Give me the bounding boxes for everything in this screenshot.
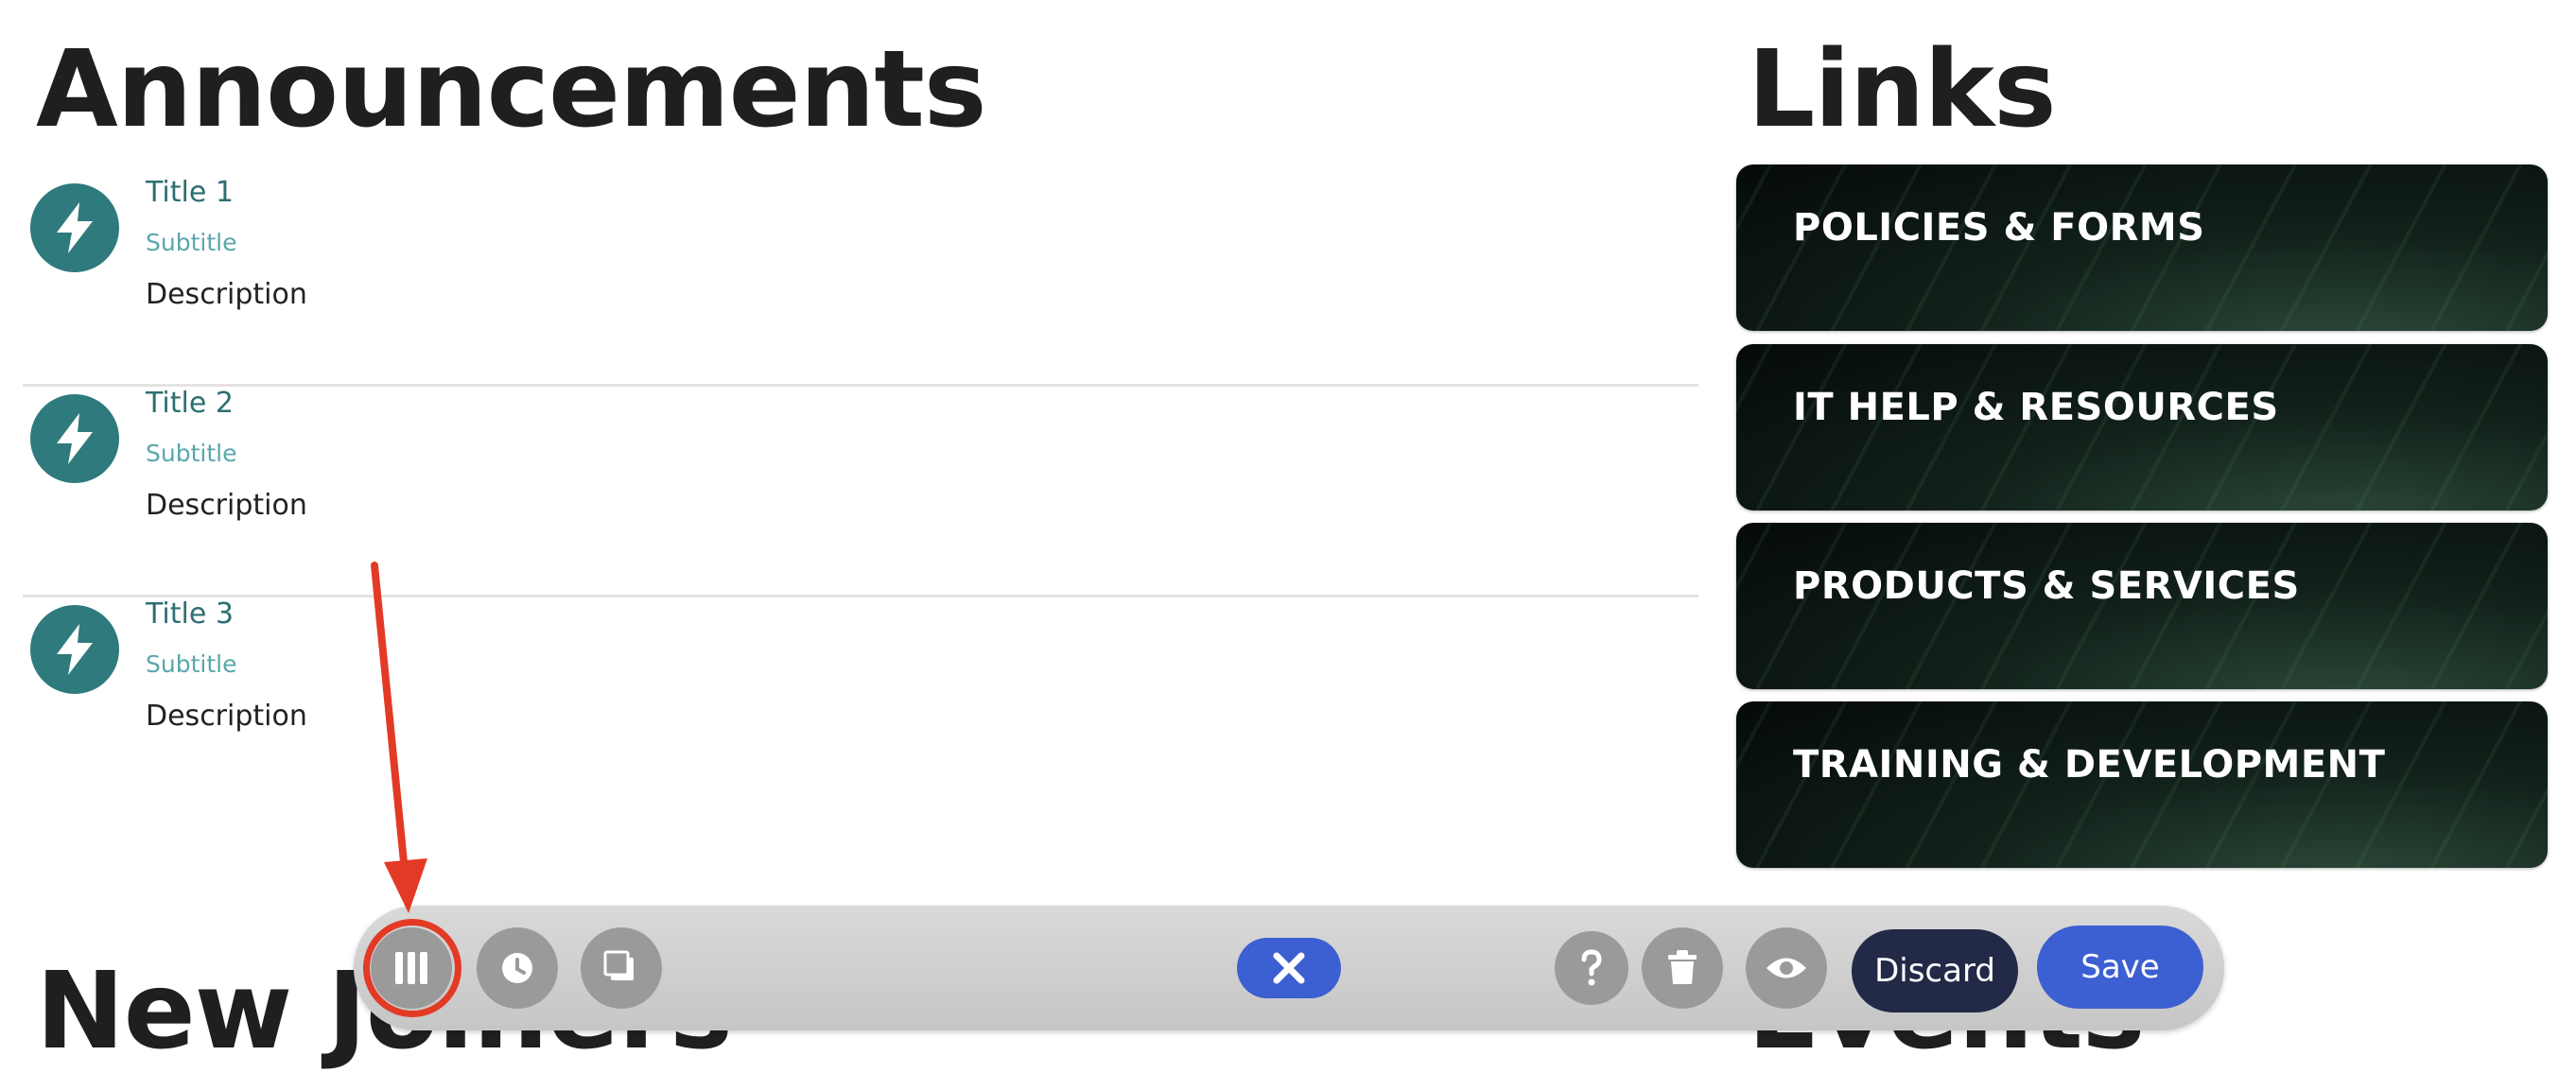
help-button[interactable] [1555, 931, 1628, 1005]
link-label: POLICIES & FORMS [1793, 206, 2205, 250]
announcement-item[interactable]: Title 3 Subtitle Description [23, 596, 1698, 805]
link-label: PRODUCTS & SERVICES [1793, 564, 2300, 608]
announcement-subtitle: Subtitle [146, 229, 237, 256]
trash-icon [1668, 950, 1697, 984]
layers-button[interactable] [581, 927, 662, 1009]
lightning-icon [30, 183, 119, 272]
links-heading: Links [1748, 28, 2057, 151]
delete-button[interactable] [1642, 927, 1723, 1009]
close-button[interactable] [1237, 938, 1341, 998]
announcement-description: Description [146, 700, 307, 733]
schedule-button[interactable] [477, 927, 558, 1009]
lightning-icon [30, 394, 119, 483]
link-label: IT HELP & RESOURCES [1793, 386, 2279, 429]
announcement-description: Description [146, 278, 307, 311]
link-label: TRAINING & DEVELOPMENT [1793, 743, 2386, 787]
link-card-it-help-resources[interactable]: IT HELP & RESOURCES [1736, 344, 2548, 511]
announcement-item[interactable]: Title 1 Subtitle Description [23, 174, 1698, 387]
preview-button[interactable] [1746, 927, 1827, 1009]
edit-toolbar: Discard Save [354, 906, 2224, 1030]
discard-button[interactable]: Discard [1852, 929, 2018, 1012]
layers-icon [603, 950, 634, 980]
announcement-item[interactable]: Title 2 Subtitle Description [23, 385, 1698, 597]
announcement-title[interactable]: Title 3 [146, 597, 234, 631]
announcements-heading: Announcements [36, 28, 987, 151]
announcement-description: Description [146, 489, 307, 522]
help-icon [1581, 949, 1602, 986]
clock-icon [502, 953, 532, 983]
highlight-ring [363, 919, 461, 1017]
announcement-title[interactable]: Title 1 [146, 176, 234, 209]
eye-icon [1767, 958, 1806, 978]
link-card-training-development[interactable]: TRAINING & DEVELOPMENT [1736, 701, 2548, 868]
close-icon [1273, 952, 1305, 984]
save-button[interactable]: Save [2037, 926, 2203, 1009]
link-card-products-services[interactable]: PRODUCTS & SERVICES [1736, 523, 2548, 689]
announcement-subtitle: Subtitle [146, 440, 237, 467]
link-card-policies-forms[interactable]: POLICIES & FORMS [1736, 164, 2548, 331]
announcement-title[interactable]: Title 2 [146, 387, 234, 420]
lightning-icon [30, 605, 119, 694]
announcement-subtitle: Subtitle [146, 650, 237, 678]
